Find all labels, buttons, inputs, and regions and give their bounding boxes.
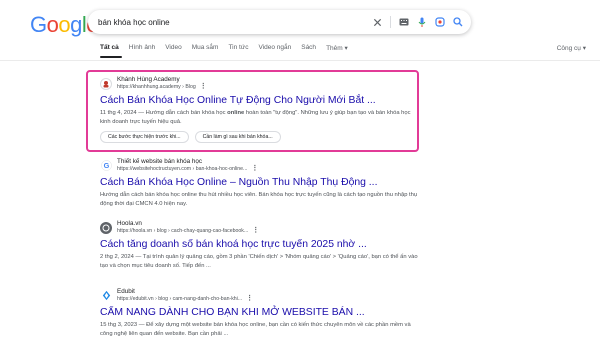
site-name: Hoola.vn bbox=[117, 220, 142, 227]
site-name: Thiết kế website bán khóa học bbox=[117, 158, 203, 165]
snippet-text: — Để xây dựng một website bán khóa học o… bbox=[100, 322, 411, 337]
tab-all[interactable]: Tất cả bbox=[100, 44, 119, 52]
more-options-icon[interactable]: ⋮ bbox=[251, 165, 258, 172]
result-title-link[interactable]: Cách Bán Khóa Học Online – Nguồn Thu Nhậ… bbox=[100, 177, 420, 188]
snippet-date: 15 thg 3, 2023 bbox=[100, 322, 138, 329]
tab-news[interactable]: Tin tức bbox=[228, 44, 248, 52]
search-icon[interactable] bbox=[453, 17, 463, 27]
site-url: https://hoola.vn › blog › cach-chay-quan… bbox=[117, 227, 259, 235]
search-result: Hoola.vn https://hoola.vn › blog › cach-… bbox=[100, 220, 420, 270]
site-url-text: https://khanhhung.academy › Blog bbox=[117, 84, 196, 91]
tab-more-label: Thêm bbox=[326, 45, 343, 52]
chevron-down-icon: ▾ bbox=[582, 45, 586, 52]
snippet-date: 11 thg 4, 2024 bbox=[100, 110, 137, 117]
search-result: Edubit https://edubit.vn › blog › cam-na… bbox=[100, 288, 420, 338]
result-snippet: 11 thg 4, 2024 — Hướng dẫn cách bán khóa… bbox=[100, 109, 420, 126]
lens-icon[interactable] bbox=[435, 17, 445, 27]
microphone-icon[interactable] bbox=[417, 17, 427, 27]
site-url: https://edubit.vn › blog › cam-nang-danh… bbox=[117, 295, 253, 303]
result-source[interactable]: Edubit https://edubit.vn › blog › cam-na… bbox=[100, 288, 420, 303]
tab-more[interactable]: Thêm ▾ bbox=[326, 44, 348, 52]
sitelink-chip[interactable]: Cần làm gì sau khi bán khóa... bbox=[194, 131, 281, 144]
more-options-icon[interactable]: ⋮ bbox=[252, 227, 259, 234]
tools-button[interactable]: Công cụ ▾ bbox=[557, 44, 586, 52]
site-url-text: https://hoola.vn › blog › cach-chay-quan… bbox=[117, 228, 249, 235]
result-title-link[interactable]: Cách tăng doanh số bán khoá học trực tuy… bbox=[100, 239, 420, 250]
logo-letter: o bbox=[46, 12, 59, 37]
snippet-date: 2 thg 2, 2024 bbox=[100, 254, 134, 261]
result-source[interactable]: G Thiết kế website bán khóa học https://… bbox=[100, 158, 420, 173]
result-source[interactable]: Khánh Hùng Academy https://khanhhung.aca… bbox=[100, 76, 420, 91]
site-url-text: https://websitehoctructuyen.com › ban-kh… bbox=[117, 166, 248, 173]
site-url-text: https://edubit.vn › blog › cam-nang-danh… bbox=[117, 296, 243, 303]
snippet-bold: online bbox=[227, 110, 245, 117]
chevron-down-icon: ▾ bbox=[344, 45, 348, 52]
site-name: Khánh Hùng Academy bbox=[117, 76, 180, 83]
snippet-text: — Hướng dẫn cách bán khóa học bbox=[136, 110, 228, 117]
logo-letter: G bbox=[30, 12, 47, 37]
keyboard-icon[interactable] bbox=[399, 17, 409, 27]
site-favicon bbox=[100, 289, 112, 302]
sitelink-chip[interactable]: Các bước thực hiện trước khi... bbox=[100, 131, 189, 144]
site-name: Edubit bbox=[117, 288, 135, 295]
site-favicon bbox=[100, 77, 112, 90]
search-divider bbox=[390, 16, 391, 28]
tab-images[interactable]: Hình ảnh bbox=[129, 44, 155, 52]
more-options-icon[interactable]: ⋮ bbox=[246, 295, 253, 302]
site-favicon: G bbox=[100, 159, 112, 172]
result-title-link[interactable]: CẨM NANG DÀNH CHO BẠN KHI MỞ WEBSITE BÁN… bbox=[100, 307, 420, 318]
tab-shopping[interactable]: Mua sắm bbox=[192, 44, 219, 52]
logo-letter: g bbox=[70, 12, 82, 37]
tab-videos[interactable]: Video bbox=[165, 44, 182, 52]
clear-icon[interactable] bbox=[372, 17, 382, 27]
search-box[interactable]: bán khóa học online bbox=[88, 10, 471, 34]
search-result: G Thiết kế website bán khóa học https://… bbox=[100, 158, 420, 208]
tab-books[interactable]: Sách bbox=[301, 44, 316, 52]
header-divider bbox=[0, 60, 600, 61]
site-url: https://websitehoctructuyen.com › ban-kh… bbox=[117, 165, 258, 173]
result-snippet: Hướng dẫn cách bán khóa học online thu h… bbox=[100, 192, 418, 207]
tab-short-videos[interactable]: Video ngắn bbox=[258, 44, 291, 52]
result-snippet: 15 thg 3, 2023 — Để xây dựng một website… bbox=[100, 321, 420, 338]
search-result: Khánh Hùng Academy https://khanhhung.aca… bbox=[100, 76, 420, 144]
active-tab-indicator bbox=[100, 56, 122, 58]
more-options-icon[interactable]: ⋮ bbox=[200, 83, 207, 90]
svg-text:G: G bbox=[103, 161, 109, 170]
result-source[interactable]: Hoola.vn https://hoola.vn › blog › cach-… bbox=[100, 220, 420, 235]
result-title-link[interactable]: Cách Bán Khóa Học Online Tự Động Cho Ngư… bbox=[100, 95, 420, 106]
search-tabs: Tất cả Hình ảnh Video Mua sắm Tin tức Vi… bbox=[100, 44, 348, 52]
tools-label: Công cụ bbox=[556, 45, 581, 52]
search-input[interactable]: bán khóa học online bbox=[98, 18, 372, 27]
site-url: https://khanhhung.academy › Blog ⋮ bbox=[117, 83, 207, 91]
snippet-text: — Tại trình quản lý quảng cáo, gồm 3 phầ… bbox=[100, 254, 418, 269]
logo-letter: o bbox=[58, 12, 71, 37]
site-favicon bbox=[100, 221, 112, 234]
result-snippet: 2 thg 2, 2024 — Tại trình quản lý quảng … bbox=[100, 253, 420, 270]
